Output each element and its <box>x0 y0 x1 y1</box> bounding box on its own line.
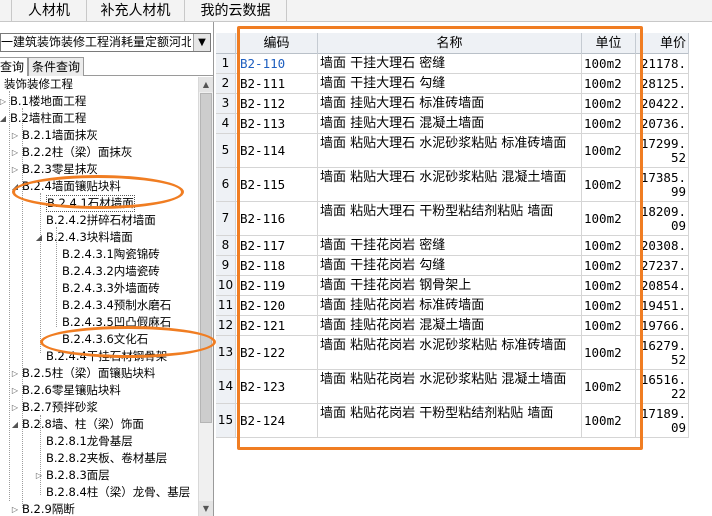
row-index: 5 <box>216 134 236 167</box>
dropdown-value: 一建筑装饰装修工程消耗量定额河北 <box>1 35 191 49</box>
tree-item-label: 装饰装修工程 <box>4 77 73 91</box>
tree-item-label: B.2.4.3.4预制水磨石 <box>62 298 172 312</box>
row-index: 9 <box>216 256 236 275</box>
collapse-arrow-icon[interactable]: ◢ <box>0 110 8 127</box>
tree-item-label: B.2.8.2夹板、卷材基层 <box>46 451 168 465</box>
quota-price: 21178.6 <box>636 54 689 73</box>
tab-condition-query[interactable]: 条件查询 <box>28 57 84 76</box>
tree-item-label: B.2.1墙面抹灰 <box>22 128 98 142</box>
expand-arrow-icon[interactable]: ▷ <box>10 127 20 144</box>
tree-item-label: B.2.4.3.1陶瓷锦砖 <box>62 247 160 261</box>
row-index: 7 <box>216 202 236 235</box>
tree-item-label: B.2墙柱面工程 <box>10 111 87 125</box>
tree-item-label: B.2.8.4柱（梁）龙骨、基层 <box>46 485 191 499</box>
quota-price: 16516.22 <box>636 370 689 403</box>
tree-scrollbar[interactable]: ▲ ▼ <box>198 77 213 516</box>
quota-price: 20422.2 <box>636 94 689 113</box>
quota-price: 18209.09 <box>636 202 689 235</box>
top-tab-bar: 人材机 补充人材机 我的云数据 <box>0 0 712 22</box>
tree-item-label: B.2.4.3.2内墙瓷砖 <box>62 264 160 278</box>
row-index: 4 <box>216 114 236 133</box>
tree-item-label: B.2.4.3块料墙面 <box>46 230 133 244</box>
expand-arrow-icon[interactable]: ▷ <box>10 399 20 416</box>
tree-item-label: B.1楼地面工程 <box>10 94 87 108</box>
expand-arrow-icon[interactable]: ▷ <box>10 161 20 178</box>
row-index: 2 <box>216 74 236 93</box>
tree-item-label: B.2.2柱（梁）面抹灰 <box>22 145 133 159</box>
tree-item-label: B.2.4.2拼碎石材墙面 <box>46 213 156 227</box>
search-subtabs: 查询 条件查询 <box>0 57 214 76</box>
tree-item-label: B.2.8.1龙骨基层 <box>46 434 133 448</box>
header-price[interactable]: 单价 <box>636 33 689 54</box>
quota-price: 17299.52 <box>636 134 689 167</box>
tree-item-label: B.2.8.3面层 <box>46 468 110 482</box>
quota-library-dropdown[interactable]: 一建筑装饰装修工程消耗量定额河北 ▼ <box>0 33 211 52</box>
expand-arrow-icon[interactable]: ▷ <box>10 144 20 161</box>
tree-item-label: B.2.9隔断 <box>22 502 75 516</box>
annotation-rectangle <box>237 26 643 450</box>
quota-price: 20308.6 <box>636 236 689 255</box>
tree-item-label: B.2.5柱（梁）面镶贴块料 <box>22 366 156 380</box>
quota-price: 19766.6 <box>636 316 689 335</box>
tab-my-cloud-data[interactable]: 我的云数据 <box>185 0 287 22</box>
tree-item-label: B.2.7预拌砂浆 <box>22 400 98 414</box>
quota-price: 17189.09 <box>636 404 689 437</box>
annotation-ellipse-steel-frame <box>40 326 216 358</box>
row-index: 1 <box>216 54 236 73</box>
row-index: 11 <box>216 296 236 315</box>
row-index: 3 <box>216 94 236 113</box>
quota-price: 16279.52 <box>636 336 689 369</box>
expand-arrow-icon[interactable]: ▷ <box>34 467 44 484</box>
row-index: 14 <box>216 370 236 403</box>
scroll-up-icon[interactable]: ▲ <box>199 77 213 92</box>
chevron-down-icon[interactable]: ▼ <box>193 34 210 51</box>
scroll-thumb[interactable] <box>200 93 212 423</box>
quota-price: 17385.99 <box>636 168 689 201</box>
quota-price: 20854.2 <box>636 276 689 295</box>
annotation-ellipse-stone-wall <box>12 175 184 209</box>
header-index <box>216 33 236 54</box>
tab-partial[interactable] <box>0 0 12 22</box>
chapter-tree: 装饰装修工程 ▷ B.1楼地面工程 ◢ B.2墙柱面工程 ▷ B.2.1墙面抹灰 ▷ B.2.2… <box>0 77 199 516</box>
expand-arrow-icon[interactable]: ▷ <box>10 382 20 399</box>
tree-item-label: B.2.6零星镶贴块料 <box>22 383 121 397</box>
row-index: 10 <box>216 276 236 295</box>
row-index: 13 <box>216 336 236 369</box>
row-index: 15 <box>216 404 236 437</box>
row-index: 6 <box>216 168 236 201</box>
tab-query[interactable]: 查询 <box>0 57 28 76</box>
row-index: 8 <box>216 236 236 255</box>
quota-price: 28125.0 <box>636 74 689 93</box>
collapse-arrow-icon[interactable]: ◢ <box>34 229 44 246</box>
expand-arrow-icon[interactable]: ▷ <box>10 501 20 516</box>
left-panel: 一建筑装饰装修工程消耗量定额河北 ▼ 查询 条件查询 装饰装修工程 ▷ B.1楼地面… <box>0 22 214 516</box>
tree-item-label: B.2.8墙、柱（梁）饰面 <box>22 417 144 431</box>
tab-supplementary-materials[interactable]: 补充人材机 <box>87 0 185 22</box>
quota-price: 27237.7 <box>636 256 689 275</box>
tab-materials[interactable]: 人材机 <box>12 0 87 22</box>
expand-arrow-icon[interactable]: ▷ <box>10 365 20 382</box>
tree-item-label: B.2.4.3.3外墙面砖 <box>62 281 160 295</box>
scroll-down-icon[interactable]: ▼ <box>199 501 213 516</box>
expand-arrow-icon[interactable]: ▷ <box>0 93 8 110</box>
quota-price: 20736.8 <box>636 114 689 133</box>
quota-price: 19451.8 <box>636 296 689 315</box>
collapse-arrow-icon[interactable]: ◢ <box>10 416 20 433</box>
row-index: 12 <box>216 316 236 335</box>
